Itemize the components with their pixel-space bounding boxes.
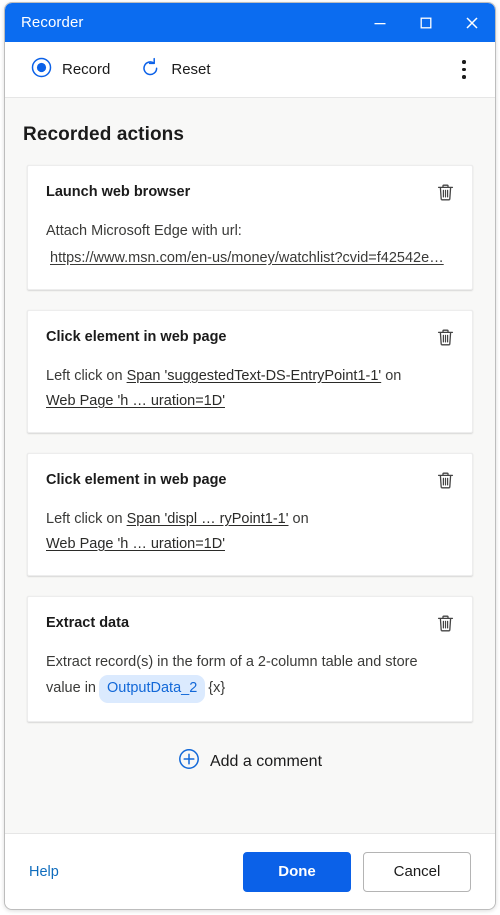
minimize-button[interactable] xyxy=(357,3,403,42)
output-variable-chip[interactable]: OutputData_2 xyxy=(98,675,206,703)
element-selector-link[interactable]: Span 'suggestedText-DS-EntryPoint1-1' xyxy=(127,368,382,384)
action-title: Click element in web page xyxy=(46,472,227,488)
recorded-actions-panel: Recorded actions Launch web browser Atta… xyxy=(5,98,495,833)
webpage-selector-link[interactable]: Web Page 'h … uration=1D' xyxy=(46,393,225,409)
record-button[interactable]: Record xyxy=(23,51,118,89)
actions-list: Launch web browser Attach Microsoft Edge… xyxy=(27,165,473,781)
element-selector-link[interactable]: Span 'displ … ryPoint1-1' xyxy=(127,511,289,527)
click-suffix: on xyxy=(288,511,309,527)
action-title: Launch web browser xyxy=(46,184,191,200)
help-link[interactable]: Help xyxy=(29,864,59,880)
close-button[interactable] xyxy=(449,3,495,42)
record-circle-icon xyxy=(31,57,52,83)
variable-marker: {x} xyxy=(208,680,226,696)
record-label: Record xyxy=(62,61,111,78)
toolbar: Record Reset xyxy=(5,42,495,98)
store-value-text: value in xyxy=(46,680,96,696)
kebab-dot xyxy=(462,60,466,64)
reset-label: Reset xyxy=(171,61,211,78)
click-prefix: Left click on xyxy=(46,368,127,384)
reset-arrow-icon xyxy=(140,57,161,83)
extract-line-2: value in OutputData_2 {x} xyxy=(46,675,454,703)
plus-circle-icon xyxy=(178,748,200,775)
trash-icon[interactable] xyxy=(432,610,458,636)
add-comment-label: Add a comment xyxy=(209,752,323,770)
webpage-selector-line: Web Page 'h … uration=1D' xyxy=(46,532,454,557)
add-comment-button[interactable]: Add a comment xyxy=(27,742,473,781)
attach-text: Attach Microsoft Edge with url: xyxy=(46,223,242,239)
trash-icon[interactable] xyxy=(432,179,458,205)
click-suffix: on xyxy=(381,368,402,384)
title-bar: Recorder xyxy=(5,3,495,42)
kebab-dot xyxy=(462,67,466,72)
target-url-link[interactable]: https://www.msn.com/en-us/money/watchlis… xyxy=(50,250,444,266)
window-title: Recorder xyxy=(21,14,84,31)
cancel-button[interactable]: Cancel xyxy=(363,851,471,892)
more-vertical-icon[interactable] xyxy=(447,53,481,87)
card-header: Click element in web page xyxy=(46,327,454,350)
extract-line-1: Extract record(s) in the form of a 2-col… xyxy=(46,654,418,670)
webpage-selector-link[interactable]: Web Page 'h … uration=1D' xyxy=(46,536,225,552)
footer-bar: Help Done Cancel xyxy=(5,833,495,909)
trash-icon[interactable] xyxy=(432,324,458,350)
card-header: Launch web browser xyxy=(46,182,454,205)
click-prefix: Left click on xyxy=(46,511,127,527)
action-card-click-element-2[interactable]: Click element in web page Left click on … xyxy=(27,453,473,576)
action-description: Left click on Span 'displ … ryPoint1-1' … xyxy=(46,507,454,557)
card-header: Click element in web page xyxy=(46,470,454,493)
page-title: Recorded actions xyxy=(23,124,185,145)
action-description: Attach Microsoft Edge with url: https://… xyxy=(46,219,454,271)
card-header: Extract data xyxy=(46,613,454,636)
webpage-selector-line: Web Page 'h … uration=1D' xyxy=(46,389,454,414)
recorder-window: Recorder Record Reset Recorded actions L… xyxy=(4,2,496,910)
action-card-extract-data[interactable]: Extract data Extract record(s) in the fo… xyxy=(27,596,473,722)
trash-icon[interactable] xyxy=(432,467,458,493)
action-description: Left click on Span 'suggestedText-DS-Ent… xyxy=(46,364,454,414)
url-line: https://www.msn.com/en-us/money/watchlis… xyxy=(46,246,454,271)
action-title: Click element in web page xyxy=(46,329,227,345)
kebab-dot xyxy=(462,75,466,79)
window-controls xyxy=(357,3,495,42)
maximize-button[interactable] xyxy=(403,3,449,42)
reset-button[interactable]: Reset xyxy=(132,51,218,89)
action-title: Extract data xyxy=(46,615,130,631)
done-button[interactable]: Done xyxy=(243,851,351,892)
action-card-launch-web-browser[interactable]: Launch web browser Attach Microsoft Edge… xyxy=(27,165,473,290)
action-description: Extract record(s) in the form of a 2-col… xyxy=(46,650,454,703)
action-card-click-element-1[interactable]: Click element in web page Left click on … xyxy=(27,310,473,433)
